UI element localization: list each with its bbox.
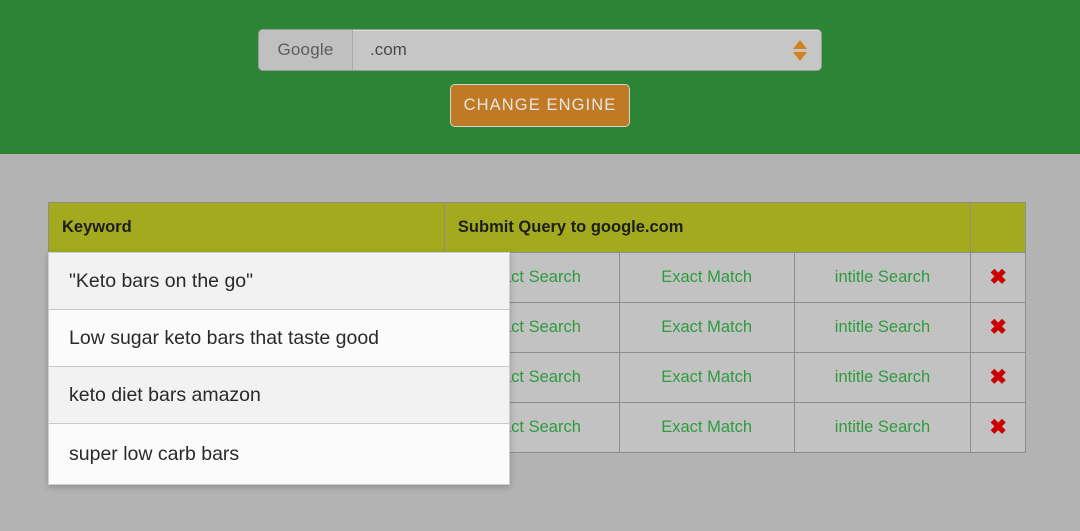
intitle-search-link[interactable]: intitle Search bbox=[835, 418, 930, 436]
column-header-actions bbox=[970, 202, 1026, 253]
spinner-up-arrow-icon[interactable] bbox=[793, 39, 807, 49]
top-banner: Google .com CHANGE ENGINE bbox=[0, 0, 1080, 154]
exact-match-link[interactable]: Exact Match bbox=[661, 268, 752, 286]
delete-row-icon[interactable]: ✖ bbox=[989, 266, 1007, 289]
spinner-down-arrow-icon[interactable] bbox=[793, 51, 807, 61]
intitle-search-link[interactable]: intitle Search bbox=[835, 368, 930, 386]
delete-row-icon[interactable]: ✖ bbox=[989, 366, 1007, 389]
exact-match-link[interactable]: Exact Match bbox=[661, 418, 752, 436]
intitle-search-link[interactable]: intitle Search bbox=[835, 268, 930, 286]
intitle-search-link[interactable]: intitle Search bbox=[835, 318, 930, 336]
column-header-keyword: Keyword bbox=[48, 202, 445, 253]
keyword-overlay-item[interactable]: Low sugar keto bars that taste good bbox=[49, 310, 509, 367]
table-header-row: Keyword Submit Query to google.com bbox=[48, 202, 1026, 253]
column-header-submit-query: Submit Query to google.com bbox=[443, 202, 972, 253]
search-engine-selector[interactable]: Google .com bbox=[258, 29, 822, 71]
keyword-overlay-item[interactable]: "Keto bars on the go" bbox=[49, 253, 509, 310]
keyword-edit-overlay: "Keto bars on the go" Low sugar keto bar… bbox=[48, 252, 510, 485]
keyword-overlay-item[interactable]: super low carb bars bbox=[49, 424, 509, 484]
exact-match-link[interactable]: Exact Match bbox=[661, 318, 752, 336]
spinner-updown-icon[interactable] bbox=[779, 30, 821, 70]
engine-prefix-label: Google bbox=[259, 30, 353, 70]
change-engine-button[interactable]: CHANGE ENGINE bbox=[450, 84, 630, 127]
delete-row-icon[interactable]: ✖ bbox=[989, 316, 1007, 339]
engine-tld-value[interactable]: .com bbox=[353, 30, 779, 70]
keyword-overlay-item[interactable]: keto diet bars amazon bbox=[49, 367, 509, 424]
delete-row-icon[interactable]: ✖ bbox=[989, 416, 1007, 439]
exact-match-link[interactable]: Exact Match bbox=[661, 368, 752, 386]
